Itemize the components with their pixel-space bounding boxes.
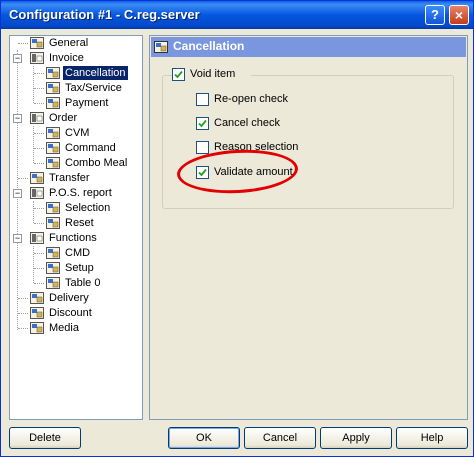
window-title: Configuration #1 - C.reg.server xyxy=(9,7,200,22)
tree-branch xyxy=(34,148,44,149)
delete-button[interactable]: Delete xyxy=(9,427,81,449)
tree-branch xyxy=(18,43,28,44)
cancel-button[interactable]: Cancel xyxy=(244,427,316,449)
tree-branch xyxy=(34,253,44,254)
tree-branch xyxy=(18,313,28,314)
tree-branch xyxy=(18,298,28,299)
settings-page-icon xyxy=(46,97,60,109)
collapse-invoice-icon[interactable]: − xyxy=(13,54,22,63)
folder-settings-icon xyxy=(30,232,44,244)
help-title-button[interactable]: ? xyxy=(425,5,445,25)
settings-page-icon xyxy=(46,67,60,79)
title-bar[interactable]: Configuration #1 - C.reg.server ? × xyxy=(1,1,473,29)
tree-branch xyxy=(18,178,28,179)
checkmark-icon xyxy=(198,119,207,128)
configuration-window: Configuration #1 - C.reg.server ? × Gene… xyxy=(0,0,474,457)
settings-page-icon xyxy=(30,292,44,304)
tree-branch xyxy=(34,283,44,284)
apply-button[interactable]: Apply xyxy=(320,427,392,449)
tree-order-line xyxy=(33,126,34,163)
tree-branch xyxy=(34,268,44,269)
settings-page-icon xyxy=(46,202,60,214)
settings-page-icon xyxy=(46,217,60,229)
checkbox-box[interactable] xyxy=(196,117,209,130)
panel-title: Cancellation xyxy=(173,39,245,53)
tree-branch xyxy=(34,88,44,89)
ok-button[interactable]: OK xyxy=(168,427,240,449)
settings-page-icon xyxy=(46,157,60,169)
checkmark-icon xyxy=(174,70,183,79)
tree-branch xyxy=(34,163,44,164)
settings-page-icon xyxy=(46,277,60,289)
checkbox-box[interactable] xyxy=(196,93,209,106)
tree-branch xyxy=(34,133,44,134)
settings-tree[interactable]: General − Invoice Cancellation Tax/Servi… xyxy=(9,35,143,420)
settings-page-icon xyxy=(46,127,60,139)
settings-page-icon xyxy=(46,262,60,274)
settings-page-icon xyxy=(46,247,60,259)
folder-settings-icon xyxy=(30,52,44,64)
tree-functions-line xyxy=(33,246,34,283)
settings-page-icon xyxy=(46,142,60,154)
tree-invoice-line xyxy=(33,66,34,103)
collapse-pos-report-icon[interactable]: − xyxy=(13,189,22,198)
checkbox-box[interactable] xyxy=(196,141,209,154)
settings-page-icon xyxy=(30,37,44,49)
tree-branch xyxy=(34,208,44,209)
settings-page-icon xyxy=(154,41,168,53)
tree-report-line xyxy=(33,201,34,223)
folder-settings-icon xyxy=(30,112,44,124)
collapse-order-icon[interactable]: − xyxy=(13,114,22,123)
folder-settings-icon xyxy=(30,187,44,199)
void-item-checkbox[interactable]: Void item xyxy=(172,68,251,82)
settings-page-icon xyxy=(46,82,60,94)
checkbox-box[interactable] xyxy=(172,68,185,81)
cancellation-panel: Cancellation Void item Re-open check Can… xyxy=(149,35,468,420)
tree-branch xyxy=(34,73,44,74)
settings-page-icon xyxy=(30,172,44,184)
help-button[interactable]: Help xyxy=(396,427,468,449)
collapse-functions-icon[interactable]: − xyxy=(13,234,22,243)
tree-branch xyxy=(34,223,44,224)
close-button[interactable]: × xyxy=(449,5,469,25)
settings-page-icon xyxy=(30,307,44,319)
settings-page-icon xyxy=(30,322,44,334)
tree-branch xyxy=(34,103,44,104)
panel-header: Cancellation xyxy=(151,37,466,57)
tree-branch xyxy=(18,328,28,329)
